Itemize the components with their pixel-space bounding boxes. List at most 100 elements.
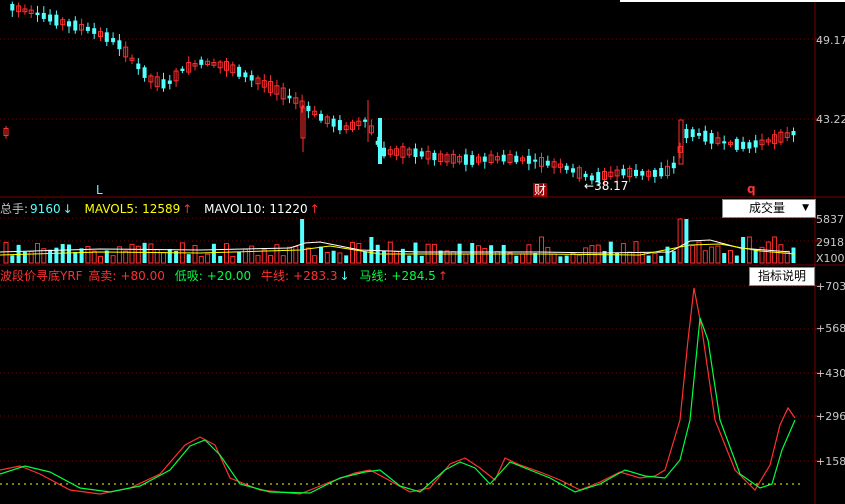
volume-bar: [205, 253, 211, 264]
candle-body: [378, 118, 382, 164]
volume-bar: [129, 243, 135, 264]
candle-body: [514, 155, 519, 163]
volume-bar: [192, 245, 198, 264]
volume-bar: [382, 250, 386, 263]
volume-bar: [646, 255, 651, 263]
volume-bar: [154, 248, 160, 264]
candle-body: [703, 130, 708, 142]
candle-body: [571, 168, 575, 173]
candle-body: [640, 171, 645, 176]
volume-bar: [148, 243, 154, 264]
volume-bar: [659, 255, 664, 263]
volume-bar: [413, 242, 418, 263]
total-volume-label: 总手:: [0, 202, 29, 216]
candle-body: [382, 147, 386, 157]
volume-bar: [702, 250, 708, 264]
candle-body: [533, 159, 538, 162]
volume-bar: [690, 244, 696, 264]
candle-body: [722, 141, 727, 144]
bull-line: [0, 287, 796, 495]
volume-bar: [564, 255, 569, 263]
volume-bar: [98, 255, 103, 264]
candle-body: [243, 72, 248, 78]
volume-bar: [722, 253, 727, 263]
total-volume-value: 9160: [30, 202, 61, 216]
volume-bar: [734, 255, 739, 263]
volume-bar: [218, 255, 223, 263]
candle-body: [621, 168, 626, 176]
volume-bar: [482, 248, 488, 264]
volume-bar: [778, 244, 784, 264]
event-tag-q[interactable]: q: [747, 182, 756, 196]
volume-bar: [79, 248, 84, 263]
volume-bar: [419, 255, 424, 263]
volume-bar: [551, 253, 557, 264]
indicator-axis-label-1: +703: [816, 280, 845, 293]
candle-body: [413, 148, 418, 157]
candle-body: [671, 162, 676, 169]
candle-body: [419, 151, 424, 157]
indicator-name: 波段价寻底YRF: [0, 269, 83, 283]
volume-bar: [450, 251, 456, 264]
volume-bar: [73, 251, 78, 263]
candle-body: [583, 173, 588, 178]
horse-arrow: ↑: [437, 269, 448, 283]
volume-bar: [161, 252, 166, 264]
indicator-axis-label-4: +296: [816, 410, 845, 423]
mavol10-label: MAVOL10:: [204, 202, 266, 216]
volume-bar: [363, 251, 368, 263]
candle-body: [67, 21, 71, 27]
volume-bar: [463, 253, 469, 264]
volume-bar: [28, 251, 34, 264]
volume-bar: [319, 246, 323, 263]
volume-bar: [583, 247, 589, 264]
mavol10-value: 11220: [269, 202, 308, 216]
volume-bar: [652, 252, 658, 264]
low-price-value: 38.17: [594, 179, 629, 193]
volume-bar: [3, 242, 9, 264]
volume-bar: [167, 248, 172, 263]
mavol5-arrow: ↑: [182, 202, 193, 216]
volume-bar: [305, 247, 311, 264]
volume-axis-label-3: X100: [816, 252, 845, 265]
stock-chart[interactable]: [0, 0, 845, 504]
volume-bar: [608, 241, 613, 263]
volume-indicator-dropdown[interactable]: 成交量 ▼: [722, 199, 816, 218]
candle-body: [287, 95, 292, 99]
mavol10-arrow: ↑: [309, 202, 320, 216]
candle-body: [142, 67, 147, 78]
volume-bar: [494, 251, 500, 264]
indicator-explain-button[interactable]: 指标说明: [749, 267, 815, 286]
volume-bar: [620, 243, 626, 264]
volume-bar: [312, 255, 318, 264]
volume-bar: [765, 241, 771, 264]
candle-body: [331, 118, 336, 127]
event-tag-L[interactable]: L: [96, 183, 103, 197]
candle-body: [526, 155, 531, 164]
event-tag-cai[interactable]: 财: [533, 183, 548, 197]
candle-body: [501, 154, 506, 162]
candle-body: [48, 14, 53, 22]
volume-bar: [293, 246, 299, 264]
candle-body: [709, 133, 714, 144]
volume-bar: [224, 243, 229, 264]
candle-body: [690, 129, 695, 137]
candle-body: [41, 12, 46, 19]
candle-body: [545, 160, 550, 166]
candle-body: [136, 63, 141, 70]
candle-body: [634, 169, 638, 176]
sell-value: +80.00: [120, 269, 165, 283]
bull-arrow: ↓: [339, 269, 350, 283]
volume-bar: [337, 252, 343, 264]
volume-bar: [67, 244, 71, 263]
candle-body: [54, 14, 59, 26]
volume-bar: [753, 249, 758, 263]
price-axis-label-2: 43.22: [816, 113, 845, 126]
mavol5-label: MAVOL5:: [84, 202, 139, 216]
volume-bar: [344, 255, 349, 263]
volume-bar: [387, 241, 393, 264]
volume-bar: [791, 247, 796, 263]
volume-bar: [715, 245, 721, 264]
indicator-axis-label-5: +158: [816, 455, 845, 468]
candle-body: [35, 12, 40, 16]
